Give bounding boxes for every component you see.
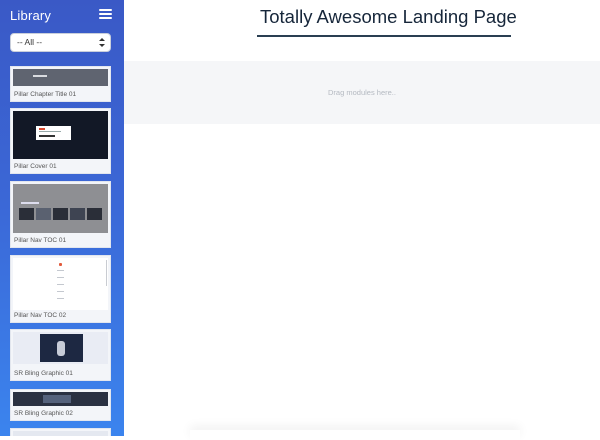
module-thumbnail [13,111,108,159]
title-underline [257,35,511,37]
module-filter-select[interactable]: -- All -- [10,33,111,52]
sidebar-header: Library [0,0,124,30]
module-dropzone[interactable]: Drag modules here.. [124,61,600,124]
module-thumbnail [13,431,108,436]
library-title: Library [10,8,52,23]
module-card-label: Pillar Cover 01 [14,163,57,170]
library-sidebar: Library -- All -- Pillar Chapter Title 0… [0,0,124,436]
module-thumbnail [13,332,108,364]
module-card-pillar-chapter-title-01[interactable]: Pillar Chapter Title 01 [10,66,111,102]
module-card-label: SR Bling Graphic 02 [14,410,73,417]
module-card-label: Pillar Nav TOC 01 [14,237,67,244]
module-card-pillar-cover-01[interactable]: Pillar Cover 01 [10,108,111,174]
module-card-label: Pillar Chapter Title 01 [14,91,77,98]
bottom-panel-edge [190,430,520,440]
module-card-sr-bling-graphic-01[interactable]: SR Bling Graphic 01 [10,329,111,381]
select-arrows-icon [99,37,105,49]
module-thumbnail [13,69,108,86]
module-thumbnail [13,392,108,406]
module-thumbnail [13,258,108,310]
module-card-label: SR Bling Graphic 01 [14,370,73,377]
module-card-pillar-nav-toc-01[interactable]: Pillar Nav TOC 01 [10,181,111,248]
module-card-sr-bling-graphic-02[interactable]: SR Bling Graphic 02 [10,389,111,421]
page-title[interactable]: Totally Awesome Landing Page [260,6,517,28]
hamburger-menu-icon[interactable] [99,9,112,19]
module-card-pillar-nav-toc-02[interactable]: Pillar Nav TOC 02 [10,255,111,323]
filter-selected-value: -- All -- [17,37,43,47]
module-thumbnail [13,184,108,233]
module-card-partial[interactable] [10,428,111,436]
dropzone-hint: Drag modules here.. [328,88,396,97]
module-card-label: Pillar Nav TOC 02 [14,312,67,319]
